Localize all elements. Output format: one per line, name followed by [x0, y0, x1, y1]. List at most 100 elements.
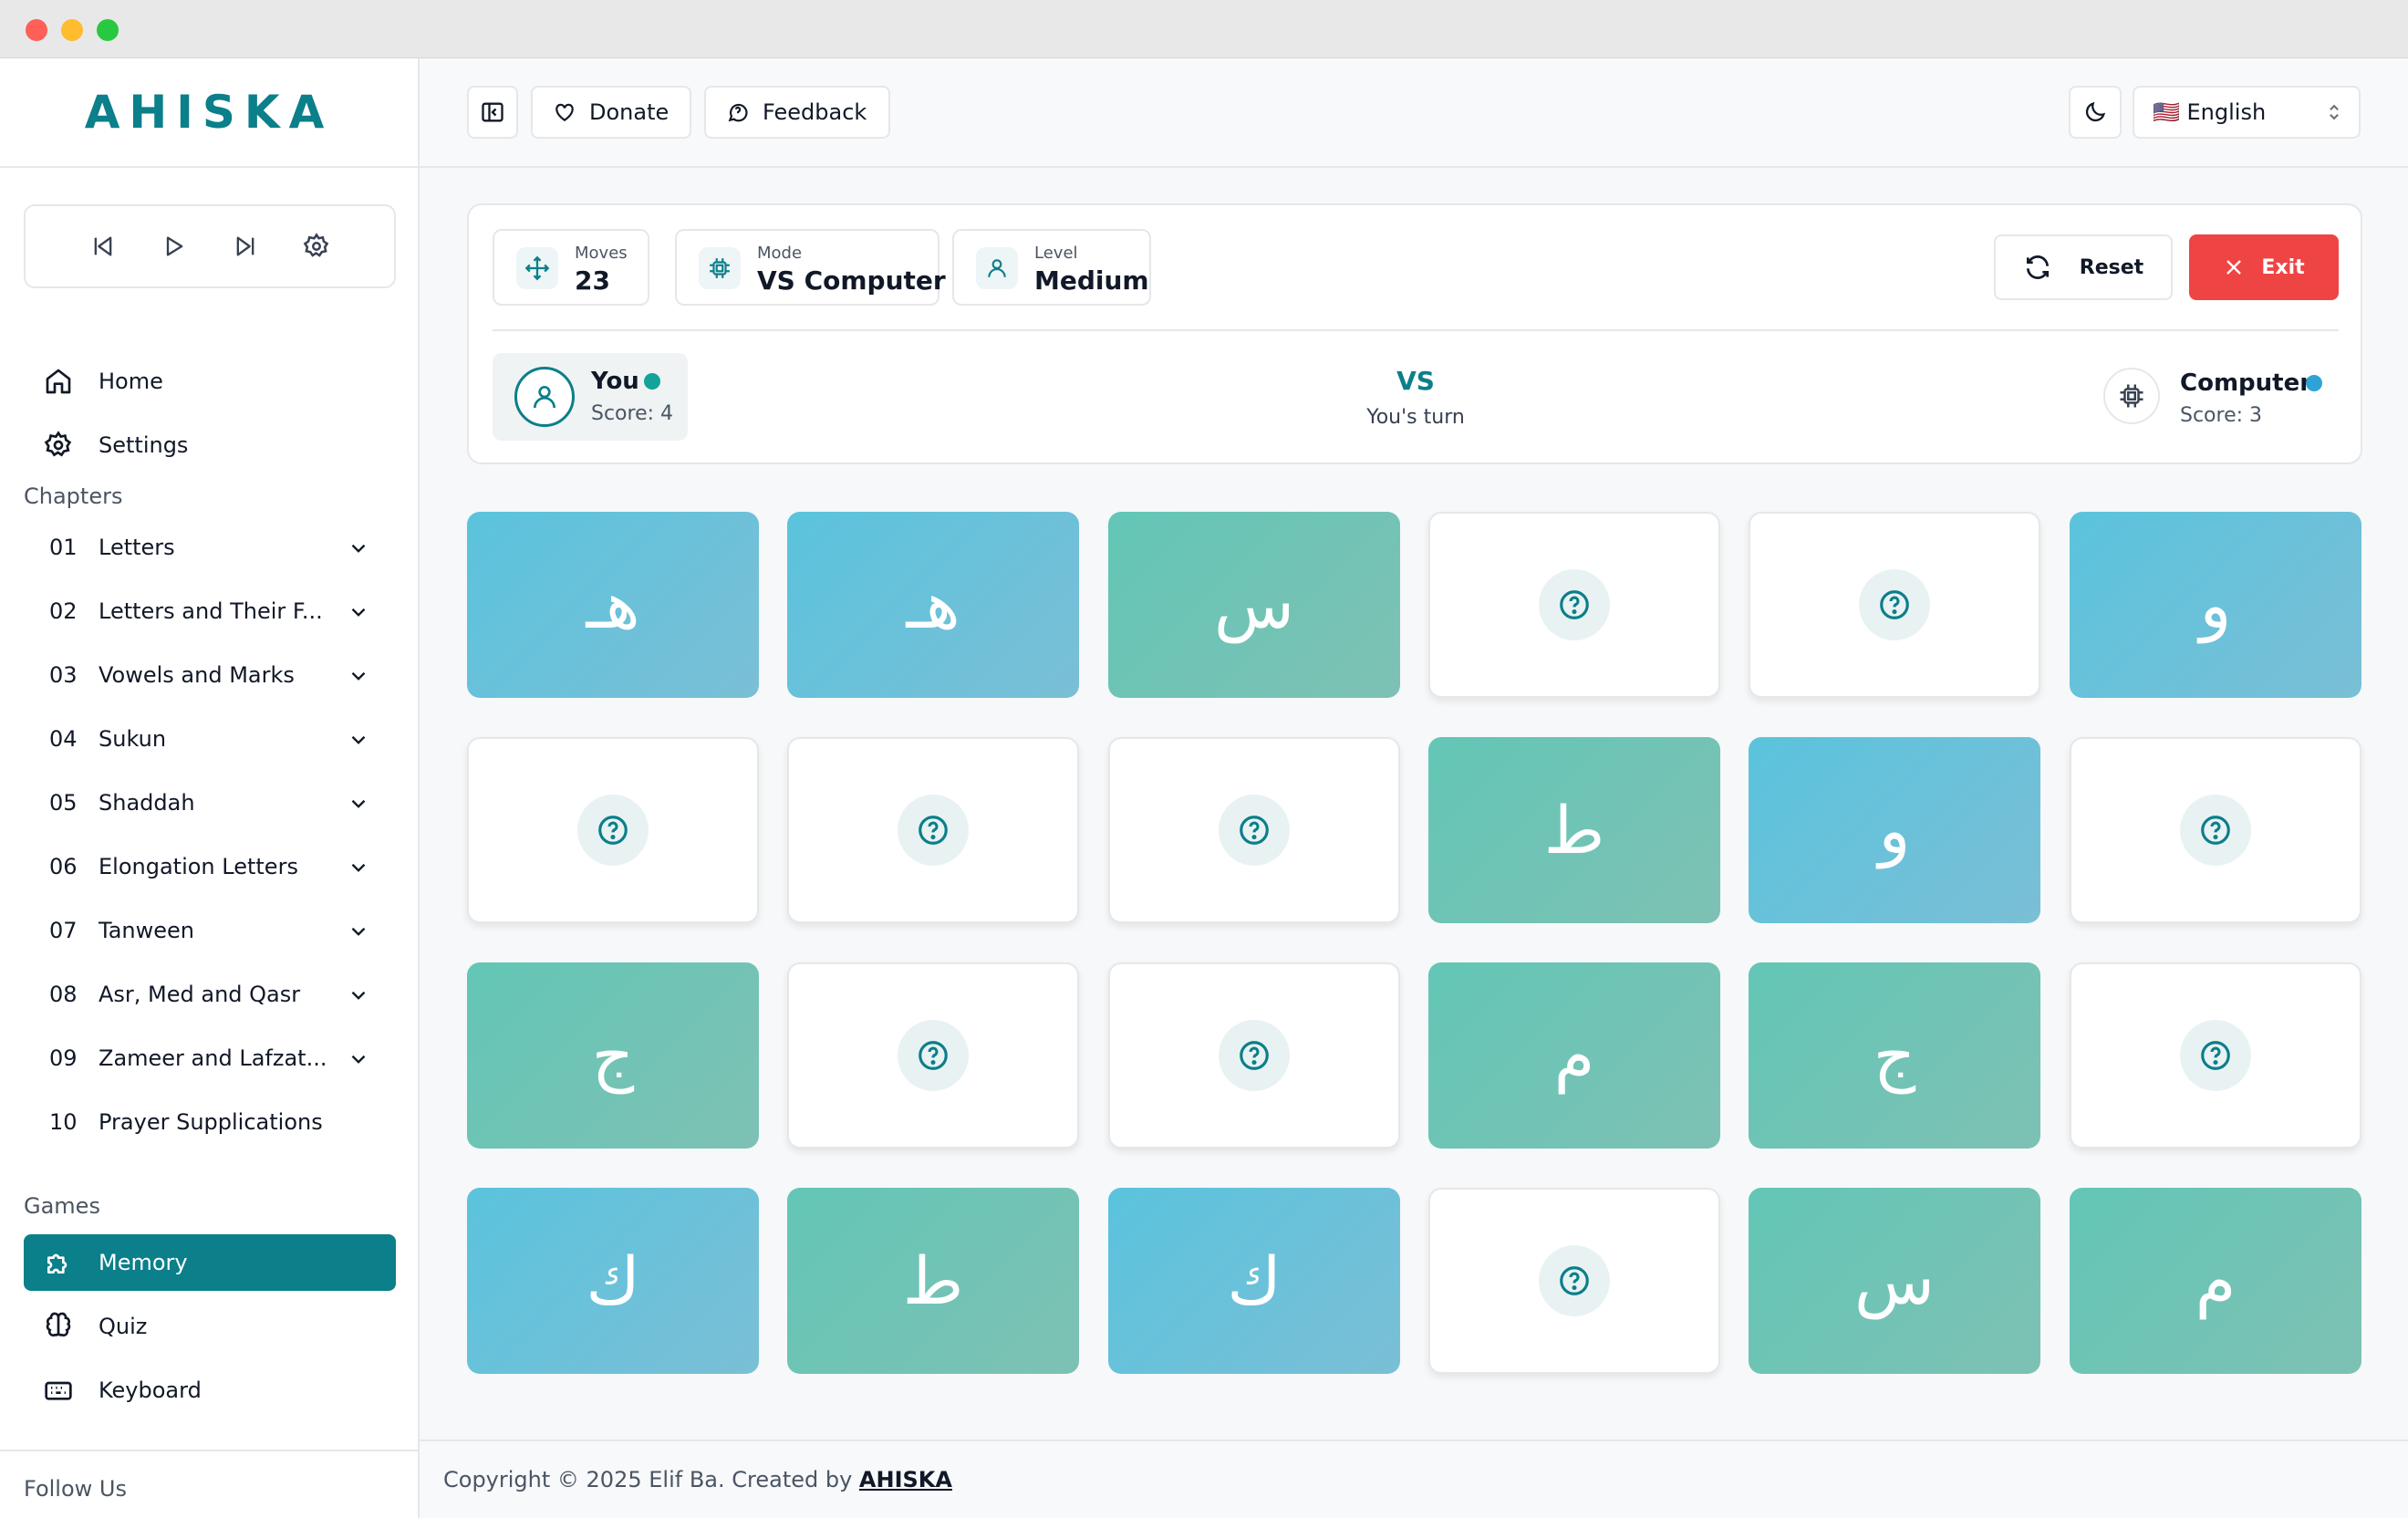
donate-button[interactable]: Donate: [531, 86, 691, 139]
memory-card-revealed[interactable]: ط: [1428, 737, 1720, 923]
memory-card-hidden[interactable]: [467, 737, 759, 923]
card-letter: هـ: [586, 567, 640, 643]
question-icon: [577, 795, 649, 866]
chevron-down-icon[interactable]: [347, 536, 370, 560]
chapter-number: 03: [49, 662, 78, 688]
memory-card-hidden[interactable]: [1108, 962, 1400, 1149]
memory-card-hidden[interactable]: [1108, 737, 1400, 923]
mode-value: VS Computer: [757, 265, 946, 296]
moves-value: 23: [575, 265, 610, 296]
memory-card-hidden[interactable]: [787, 737, 1079, 923]
brand-logo[interactable]: AHISKA: [85, 86, 334, 139]
memory-card-revealed[interactable]: هـ: [467, 512, 759, 698]
language-select[interactable]: 🇺🇸 English: [2133, 86, 2361, 139]
mode-stat: Mode VS Computer: [675, 229, 946, 306]
nav-home[interactable]: Home: [24, 353, 396, 410]
exit-button[interactable]: Exit: [2189, 234, 2339, 300]
question-icon: [2180, 1020, 2251, 1091]
moves-stat: Moves 23: [493, 229, 649, 306]
question-icon: [1539, 1245, 1610, 1316]
memory-card-hidden[interactable]: [1749, 512, 2040, 698]
mode-label: Mode: [757, 244, 803, 263]
nav-keyboard[interactable]: Keyboard: [24, 1362, 396, 1419]
reset-button[interactable]: Reset: [1994, 234, 2173, 300]
chevron-down-icon[interactable]: [347, 1047, 370, 1071]
ahiska-link[interactable]: AHISKA: [859, 1467, 952, 1492]
sidebar: AHISKA Home Settings Chapters 01 Letters 0…: [0, 58, 420, 1518]
feedback-button[interactable]: Feedback: [704, 86, 890, 139]
window-titlebar: [0, 0, 2408, 58]
game-status-panel: Moves 23 Mode VS Computer Level Medium R…: [467, 203, 2362, 464]
chapter-item-02[interactable]: 02 Letters and Their F...: [24, 584, 396, 639]
nav-memory[interactable]: Memory: [24, 1234, 396, 1291]
card-letter: و: [2199, 567, 2232, 643]
gear-icon: [44, 431, 73, 460]
chevron-down-icon[interactable]: [347, 983, 370, 1007]
follow-us-heading: Follow Us: [24, 1476, 127, 1502]
nav-quiz[interactable]: Quiz: [24, 1298, 396, 1355]
chevron-down-icon[interactable]: [347, 664, 370, 688]
chapter-title: Shaddah: [99, 790, 195, 816]
memory-card-revealed[interactable]: س: [1749, 1188, 2040, 1374]
chapter-item-08[interactable]: 08 Asr, Med and Qasr: [24, 967, 396, 1022]
donate-label: Donate: [589, 99, 669, 125]
question-icon: [2180, 795, 2251, 866]
home-icon: [44, 367, 73, 396]
chapter-item-09[interactable]: 09 Zameer and Lafzat...: [24, 1031, 396, 1086]
chapter-item-03[interactable]: 03 Vowels and Marks: [24, 648, 396, 702]
maximize-window-button[interactable]: [97, 19, 119, 41]
skip-back-icon[interactable]: [87, 230, 119, 263]
copyright-text: Copyright © 2025 Elif Ba. Created by AHI…: [443, 1467, 952, 1492]
memory-card-revealed[interactable]: ك: [1108, 1188, 1400, 1374]
nav-settings[interactable]: Settings: [24, 417, 396, 473]
theme-toggle-button[interactable]: [2069, 86, 2122, 139]
minimize-window-button[interactable]: [61, 19, 83, 41]
chapter-title: Vowels and Marks: [99, 662, 295, 688]
moves-label: Moves: [575, 244, 628, 263]
memory-card-revealed[interactable]: م: [2070, 1188, 2361, 1374]
memory-card-hidden[interactable]: [2070, 962, 2361, 1149]
question-icon: [1539, 569, 1610, 640]
toggle-sidebar-button[interactable]: [467, 86, 518, 139]
memory-card-revealed[interactable]: و: [1749, 737, 2040, 923]
memory-card-hidden[interactable]: [1428, 1188, 1720, 1374]
chapter-item-05[interactable]: 05 Shaddah: [24, 775, 396, 830]
copyright-label: Copyright © 2025 Elif Ba. Created by: [443, 1467, 859, 1492]
chevron-down-icon[interactable]: [347, 856, 370, 879]
memory-card-revealed[interactable]: ج: [1749, 962, 2040, 1149]
memory-card-revealed[interactable]: س: [1108, 512, 1400, 698]
close-window-button[interactable]: [26, 19, 47, 41]
memory-card-hidden[interactable]: [1428, 512, 1720, 698]
memory-card-revealed[interactable]: ط: [787, 1188, 1079, 1374]
brain-icon: [44, 1312, 73, 1341]
message-icon: [728, 103, 748, 122]
memory-card-hidden[interactable]: [2070, 737, 2361, 923]
player-settings-icon[interactable]: [300, 230, 333, 263]
memory-card-revealed[interactable]: و: [2070, 512, 2361, 698]
chevron-down-icon[interactable]: [347, 920, 370, 943]
question-icon: [1859, 569, 1930, 640]
computer-cpu-icon: [2103, 368, 2160, 424]
card-letter: ك: [586, 1242, 640, 1319]
chapter-item-01[interactable]: 01 Letters: [24, 520, 396, 575]
chevron-down-icon[interactable]: [347, 792, 370, 816]
memory-card-revealed[interactable]: ج: [467, 962, 759, 1149]
chapter-number: 09: [49, 1045, 78, 1071]
chapter-item-06[interactable]: 06 Elongation Letters: [24, 839, 396, 894]
memory-card-hidden[interactable]: [787, 962, 1079, 1149]
skip-forward-icon[interactable]: [229, 230, 262, 263]
chapter-item-10[interactable]: 10 Prayer Supplications: [24, 1095, 396, 1149]
player-you-score: Score: 4: [591, 402, 674, 425]
memory-card-revealed[interactable]: م: [1428, 962, 1720, 1149]
chevron-down-icon[interactable]: [347, 600, 370, 624]
language-value: 🇺🇸 English: [2153, 99, 2267, 125]
sidebar-divider: [0, 1450, 418, 1451]
memory-card-revealed[interactable]: ك: [467, 1188, 759, 1374]
chapter-item-04[interactable]: 04 Sukun: [24, 712, 396, 766]
memory-card-revealed[interactable]: هـ: [787, 512, 1079, 698]
chapter-item-07[interactable]: 07 Tanween: [24, 903, 396, 958]
chevron-down-icon[interactable]: [347, 728, 370, 752]
card-letter: و: [1878, 792, 1911, 868]
play-icon[interactable]: [158, 230, 191, 263]
chapter-title: Prayer Supplications: [99, 1109, 323, 1135]
